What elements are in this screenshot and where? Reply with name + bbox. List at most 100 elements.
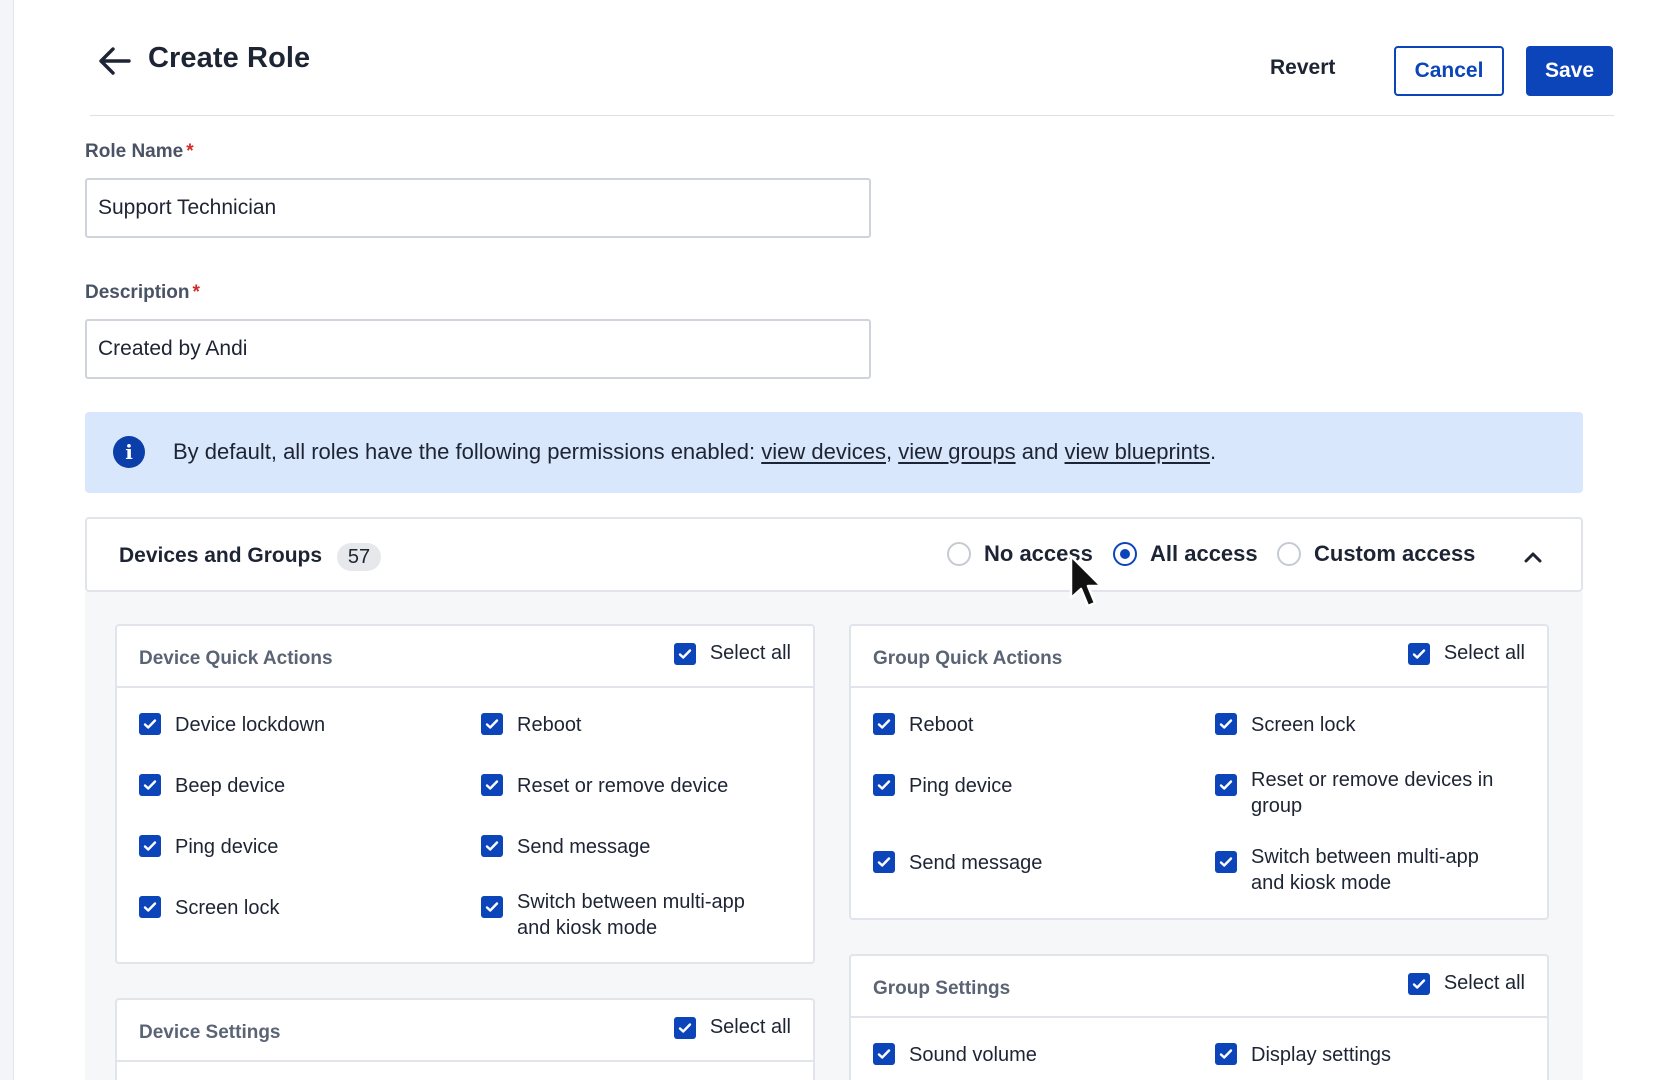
chevron-up-icon[interactable] bbox=[1520, 544, 1546, 570]
option-sound-volume[interactable]: Sound volume bbox=[873, 1042, 1037, 1068]
checkbox-checked-icon[interactable] bbox=[673, 642, 696, 665]
info-banner-text: By default, all roles have the following… bbox=[173, 439, 1216, 465]
option-send-message[interactable]: Send message bbox=[873, 850, 1042, 876]
card-header: Group Settings Select all bbox=[851, 956, 1547, 1018]
checkbox-checked-icon[interactable] bbox=[139, 835, 161, 857]
option-switch-kiosk-mode[interactable]: Switch between multi-app and kiosk mode bbox=[1215, 844, 1505, 896]
custom-access-label: Custom access bbox=[1314, 541, 1476, 566]
option-label: Send message bbox=[909, 852, 1043, 874]
checkbox-checked-icon[interactable] bbox=[481, 713, 503, 735]
option-label: Switch between multi-app and kiosk mode bbox=[1251, 846, 1479, 894]
all-access-option[interactable]: All access bbox=[1113, 541, 1258, 567]
option-ping-device[interactable]: Ping device bbox=[873, 773, 1012, 799]
checkbox-checked-icon[interactable] bbox=[481, 774, 503, 796]
select-all-checkbox[interactable]: Select all bbox=[1407, 972, 1525, 995]
custom-access-radio[interactable] bbox=[1277, 542, 1301, 566]
checkbox-checked-icon[interactable] bbox=[1215, 713, 1237, 735]
save-button[interactable]: Save bbox=[1526, 46, 1613, 96]
checkbox-checked-icon[interactable] bbox=[873, 713, 895, 735]
info-text-prefix: By default, all roles have the following… bbox=[173, 439, 762, 464]
select-all-label: Select all bbox=[1443, 972, 1525, 994]
device-quick-actions-card: Device Quick Actions Select all Device l… bbox=[115, 624, 815, 964]
checkbox-checked-icon[interactable] bbox=[139, 774, 161, 796]
select-all-label: Select all bbox=[709, 1016, 791, 1038]
info-sep-1: , bbox=[885, 439, 899, 464]
checkbox-checked-icon[interactable] bbox=[139, 713, 161, 735]
device-settings-card: Device Settings Select all bbox=[115, 998, 815, 1080]
option-switch-kiosk-mode[interactable]: Switch between multi-app and kiosk mode bbox=[481, 889, 781, 941]
view-groups-link[interactable]: view groups bbox=[898, 439, 1015, 464]
option-reset-remove-devices-group[interactable]: Reset or remove devices in group bbox=[1215, 767, 1505, 819]
checkbox-checked-icon[interactable] bbox=[873, 851, 895, 873]
checkbox-checked-icon[interactable] bbox=[139, 896, 161, 918]
card-header: Device Quick Actions Select all bbox=[117, 626, 813, 688]
option-label: Send message bbox=[517, 836, 651, 858]
option-display-settings[interactable]: Display settings bbox=[1215, 1042, 1391, 1068]
option-reset-remove-device[interactable]: Reset or remove device bbox=[481, 773, 728, 799]
option-reboot[interactable]: Reboot bbox=[481, 712, 582, 738]
card-title: Group Settings bbox=[873, 978, 1011, 999]
info-banner: i By default, all roles have the followi… bbox=[85, 412, 1583, 493]
back-arrow-icon[interactable] bbox=[96, 42, 134, 80]
view-blueprints-link[interactable]: view blueprints bbox=[1065, 439, 1211, 464]
checkbox-checked-icon[interactable] bbox=[673, 1016, 696, 1039]
role-name-label: Role Name * bbox=[85, 141, 194, 163]
option-label: Ping device bbox=[909, 775, 1013, 797]
group-settings-card: Group Settings Select all Sound volume D… bbox=[849, 954, 1549, 1080]
cancel-button[interactable]: Cancel bbox=[1394, 46, 1504, 96]
page-title: Create Role bbox=[148, 42, 311, 74]
select-all-label: Select all bbox=[709, 642, 791, 664]
description-label: Description * bbox=[85, 282, 200, 304]
select-all-checkbox[interactable]: Select all bbox=[673, 642, 791, 665]
option-screen-lock[interactable]: Screen lock bbox=[1215, 712, 1356, 738]
no-access-radio[interactable] bbox=[947, 542, 971, 566]
description-input[interactable] bbox=[85, 319, 871, 379]
checkbox-checked-icon[interactable] bbox=[481, 835, 503, 857]
card-title: Device Quick Actions bbox=[139, 648, 333, 669]
permission-count-badge: 57 bbox=[337, 543, 381, 571]
info-icon: i bbox=[113, 436, 145, 468]
info-sep-2: and bbox=[1015, 439, 1065, 464]
select-all-checkbox[interactable]: Select all bbox=[1407, 642, 1525, 665]
select-all-checkbox[interactable]: Select all bbox=[673, 1016, 791, 1039]
devices-groups-section-header: Devices and Groups 57 No access All acce… bbox=[85, 517, 1583, 592]
no-access-option[interactable]: No access bbox=[947, 541, 1093, 567]
checkbox-checked-icon[interactable] bbox=[1407, 972, 1430, 995]
option-label: Display settings bbox=[1251, 1044, 1392, 1066]
group-quick-actions-card: Group Quick Actions Select all Reboot Sc… bbox=[849, 624, 1549, 920]
revert-button[interactable]: Revert bbox=[1270, 56, 1335, 80]
section-title: Devices and Groups bbox=[119, 544, 323, 567]
option-ping-device[interactable]: Ping device bbox=[139, 834, 278, 860]
option-label: Device lockdown bbox=[175, 714, 326, 736]
card-header: Device Settings Select all bbox=[117, 1000, 813, 1062]
checkbox-checked-icon[interactable] bbox=[1215, 1043, 1237, 1065]
option-send-message[interactable]: Send message bbox=[481, 834, 650, 860]
checkbox-checked-icon[interactable] bbox=[873, 774, 895, 796]
option-screen-lock[interactable]: Screen lock bbox=[139, 895, 280, 921]
option-reboot[interactable]: Reboot bbox=[873, 712, 974, 738]
all-access-radio[interactable] bbox=[1113, 542, 1137, 566]
no-access-label: No access bbox=[984, 541, 1093, 566]
info-suffix: . bbox=[1210, 439, 1217, 464]
page-header: Create Role Revert Cancel Save bbox=[90, 0, 1614, 116]
option-label: Ping device bbox=[175, 836, 279, 858]
required-mark: * bbox=[186, 141, 194, 162]
checkbox-checked-icon[interactable] bbox=[481, 896, 503, 918]
description-label-text: Description bbox=[85, 282, 190, 303]
role-name-input[interactable] bbox=[85, 178, 871, 238]
card-title: Device Settings bbox=[139, 1022, 281, 1043]
checkbox-checked-icon[interactable] bbox=[873, 1043, 895, 1065]
view-devices-link[interactable]: view devices bbox=[761, 439, 886, 464]
checkbox-checked-icon[interactable] bbox=[1407, 642, 1430, 665]
custom-access-option[interactable]: Custom access bbox=[1277, 541, 1475, 567]
role-name-label-text: Role Name bbox=[85, 141, 184, 162]
checkbox-checked-icon[interactable] bbox=[1215, 851, 1237, 873]
option-label: Beep device bbox=[175, 775, 286, 797]
option-label: Reset or remove device bbox=[517, 775, 729, 797]
option-label: Reboot bbox=[909, 714, 974, 736]
select-all-label: Select all bbox=[1443, 642, 1525, 664]
create-role-page: Create Role Revert Cancel Save Role Name… bbox=[85, 0, 1614, 1080]
checkbox-checked-icon[interactable] bbox=[1215, 774, 1237, 796]
option-device-lockdown[interactable]: Device lockdown bbox=[139, 712, 325, 738]
option-beep-device[interactable]: Beep device bbox=[139, 773, 285, 799]
